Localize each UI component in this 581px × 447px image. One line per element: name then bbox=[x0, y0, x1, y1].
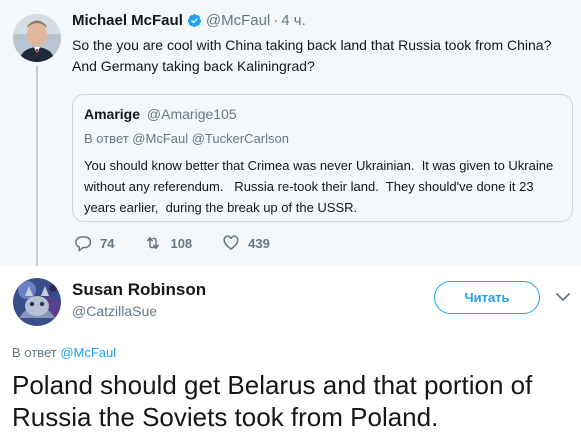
retweet-icon bbox=[147, 237, 160, 249]
reply-count: 74 bbox=[100, 235, 115, 251]
author-name[interactable]: Michael McFaul bbox=[72, 12, 183, 29]
author-handle[interactable]: @CatzillaSue bbox=[72, 303, 157, 319]
verified-badge-icon bbox=[187, 13, 201, 28]
separator-dot: · bbox=[273, 12, 279, 29]
chevron-down-icon[interactable] bbox=[556, 292, 570, 302]
reply-context: В ответ @McFaul bbox=[12, 345, 116, 360]
tweet-text-line: So the you are cool with China taking ba… bbox=[72, 37, 552, 53]
retweet-count: 108 bbox=[170, 235, 193, 251]
reply-button[interactable]: 74 bbox=[74, 234, 114, 252]
author-handle[interactable]: @McFaul bbox=[206, 12, 270, 29]
thread-line bbox=[36, 66, 38, 268]
quoted-tweet-text: You should know better that Crimea was n… bbox=[84, 158, 561, 215]
heart-icon bbox=[223, 235, 239, 250]
retweet-button[interactable]: 108 bbox=[144, 234, 192, 252]
avatar[interactable] bbox=[13, 278, 61, 326]
quoted-reply-context: В ответ @McFaul @TuckerCarlson bbox=[84, 131, 289, 146]
main-tweet-text: Poland should get Belarus and that porti… bbox=[12, 370, 533, 432]
follow-button[interactable]: Читать bbox=[434, 281, 540, 314]
tweet-text-line: And Germany taking back Kaliningrad? bbox=[72, 58, 315, 74]
like-count: 439 bbox=[248, 235, 270, 251]
parent-tweet: Michael McFaul @McFaul · 4 ч. So the you… bbox=[0, 0, 581, 268]
avatar[interactable] bbox=[13, 14, 61, 62]
tweet-timestamp[interactable]: 4 ч. bbox=[281, 12, 306, 29]
author-name[interactable]: Susan Robinson bbox=[72, 280, 206, 300]
reply-handle-link[interactable]: @McFaul bbox=[60, 345, 116, 360]
quoted-author-handle: @Amarige105 bbox=[146, 106, 237, 122]
quoted-tweet-card[interactable]: Amarige @Amarige105 В ответ @McFaul @Tuc… bbox=[72, 94, 573, 222]
quoted-tweet-header: Amarige @Amarige105 bbox=[84, 106, 237, 122]
like-button[interactable]: 439 bbox=[222, 234, 270, 252]
reply-prefix: В ответ bbox=[12, 345, 61, 360]
tweet-actions: 74 108 439 bbox=[74, 234, 300, 252]
quoted-author-name: Amarige bbox=[84, 106, 141, 122]
main-tweet: Susan Robinson @CatzillaSue Читать В отв… bbox=[0, 266, 581, 447]
parent-tweet-header: Michael McFaul @McFaul · 4 ч. bbox=[72, 12, 306, 29]
parent-tweet-text: So the you are cool with China taking ba… bbox=[72, 35, 572, 77]
reply-icon bbox=[75, 236, 92, 252]
